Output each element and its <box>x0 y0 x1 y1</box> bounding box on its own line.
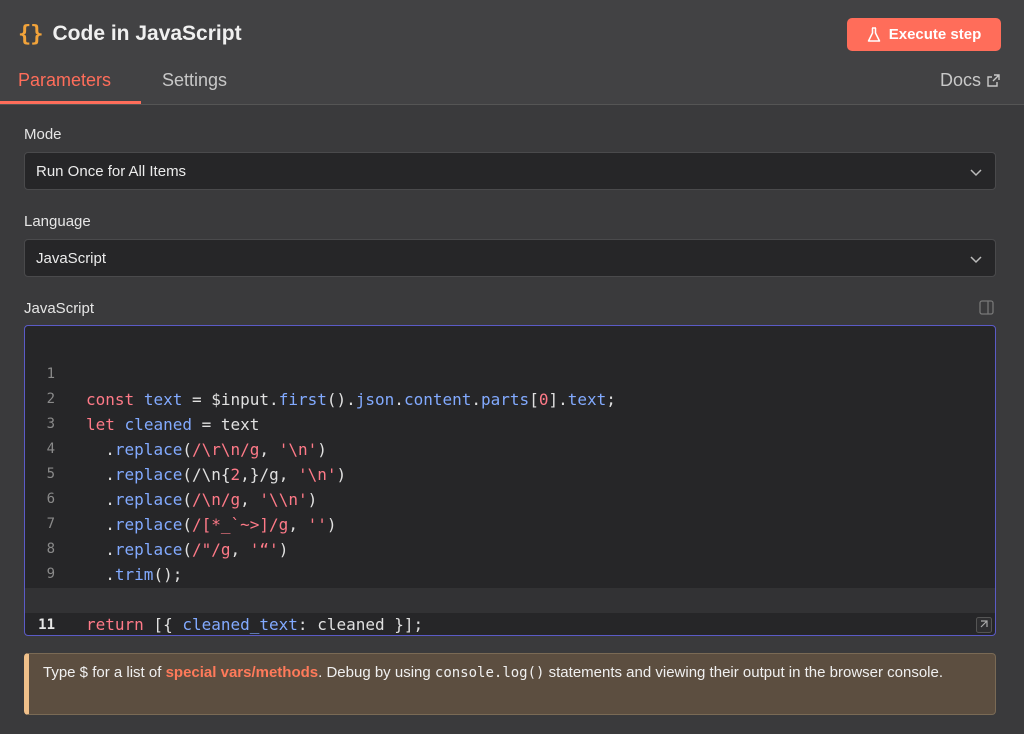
hint-code: console.log() <box>434 665 545 681</box>
special-vars-link[interactable]: special vars/methods <box>166 664 319 681</box>
panel-toggle-icon[interactable] <box>979 300 994 315</box>
language-value: JavaScript <box>36 249 107 267</box>
code-line: 8 .trim(); <box>25 512 995 584</box>
code-line: 4 .replace(/\n{2,}/g, '\n') <box>25 412 995 484</box>
hint-middle: . Debug by using <box>318 664 435 681</box>
execute-step-button[interactable]: Execute step <box>847 18 1001 51</box>
code-line: 2 let cleaned = text <box>25 362 995 434</box>
braces-icon: {} <box>18 21 43 47</box>
tab-parameters[interactable]: Parameters <box>18 70 111 91</box>
mode-select[interactable]: Run Once for All Items <box>24 152 996 190</box>
tab-settings[interactable]: Settings <box>162 70 227 91</box>
tab-bar: Parameters Settings Docs <box>0 62 1024 105</box>
node-title: Code in JavaScript <box>52 22 242 45</box>
mode-label: Mode <box>24 126 62 143</box>
docs-label: Docs <box>939 70 981 90</box>
code-editor[interactable]: 1 const text = $input.first().json.conte… <box>24 325 996 636</box>
code-line: 9 <box>25 537 995 582</box>
code-line: 10 return [{ cleaned_text: cleaned }]; <box>25 562 995 634</box>
docs-link[interactable]: Docs <box>940 70 1000 91</box>
chevron-down-icon <box>970 256 982 264</box>
node-header: {} Code in JavaScript Execute step Param… <box>0 0 1024 105</box>
chevron-down-icon <box>970 169 982 177</box>
editor-label: JavaScript <box>24 300 95 317</box>
mode-value: Run Once for All Items <box>36 162 187 180</box>
language-label: Language <box>24 213 91 230</box>
resize-handle-icon[interactable] <box>976 617 992 633</box>
code-line: 6 .replace(/[*_`~>]/g, '') <box>25 462 995 534</box>
flask-icon <box>867 26 880 42</box>
hint-prefix: Type $ for a list of <box>43 664 166 681</box>
header-divider <box>0 104 1024 105</box>
code-line-active: 11 <box>25 588 995 633</box>
hint-suffix: statements and viewing their output in t… <box>544 664 944 681</box>
code-line: 5 .replace(/\n/g, '\\n') <box>25 437 995 509</box>
code-line: 3 .replace(/\r\n/g, '\n') <box>25 387 995 459</box>
external-link-icon <box>987 74 1000 87</box>
hint-callout: Type $ for a list of special vars/method… <box>24 653 996 715</box>
code-text: return [{ cleaned_text: cleaned }]; <box>86 615 424 634</box>
code-line: 7 .replace(/"/g, '“') <box>25 487 995 559</box>
execute-step-label: Execute step <box>888 26 982 43</box>
title-row: {} Code in JavaScript <box>18 18 242 50</box>
line-number: 11 <box>38 617 55 633</box>
code-line: 1 const text = $input.first().json.conte… <box>25 337 995 409</box>
language-select[interactable]: JavaScript <box>24 239 996 277</box>
